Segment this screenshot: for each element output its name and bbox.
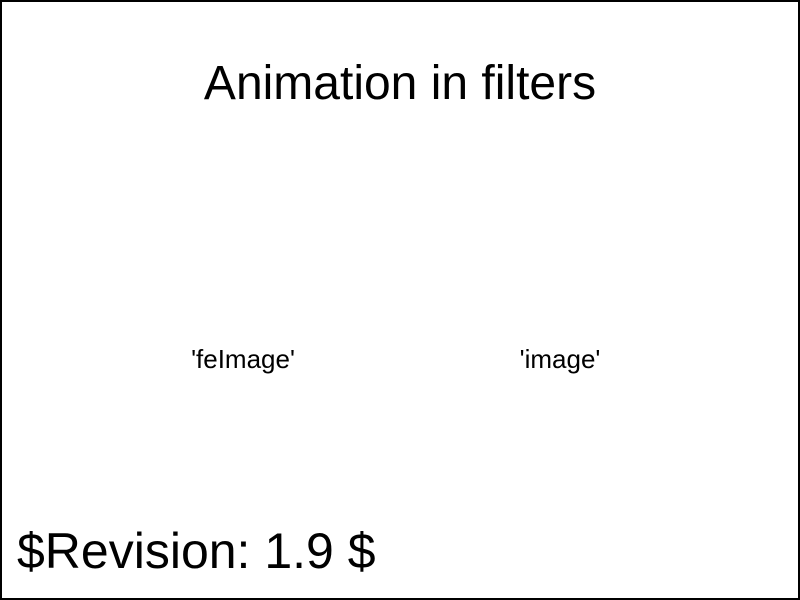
test-canvas: Animation in filters 'feImage' 'image' $… <box>0 0 800 600</box>
page-title: Animation in filters <box>203 57 597 110</box>
image-caption: 'image' <box>519 344 601 374</box>
feimage-caption: 'feImage' <box>191 344 295 374</box>
revision-label: $Revision: 1.9 $ <box>17 523 376 579</box>
